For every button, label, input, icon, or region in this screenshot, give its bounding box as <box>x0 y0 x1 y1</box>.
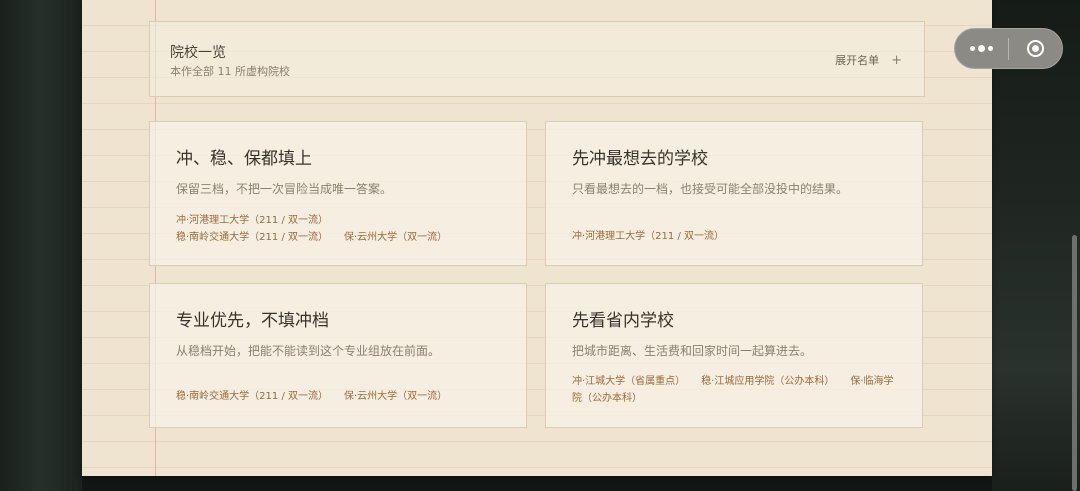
window-capsule-controls <box>954 28 1063 69</box>
paper-sheet: 院校一览 本作全部 11 所虚构院校 展开名单 + 冲、稳、保都填上 保留三档，… <box>82 0 992 476</box>
school-tag: 保·云州大学（双一流） <box>344 391 448 402</box>
school-tag: 冲·河港理工大学（211 / 双一流） <box>176 215 328 226</box>
background-right <box>992 0 1080 491</box>
card-description: 把城市距离、生活费和回家时间一起算进去。 <box>572 344 813 358</box>
strategy-card-balanced[interactable]: 冲、稳、保都填上 保留三档，不把一次冒险当成唯一答案。 冲·河港理工大学（211… <box>149 121 527 266</box>
card-school-list: 冲·河港理工大学（211 / 双一流） 稳·南岭交通大学（211 / 双一流） 保·… <box>176 212 506 246</box>
card-description: 只看最想去的一档，也接受可能全部没投中的结果。 <box>572 182 849 196</box>
card-description: 从稳档开始，把能不能读到这个专业组放在前面。 <box>176 344 441 358</box>
card-title: 专业优先，不填冲档 <box>176 311 329 331</box>
strategy-card-in-province[interactable]: 先看省内学校 把城市距离、生活费和回家时间一起算进去。 冲·江城大学（省属重点）… <box>545 283 923 428</box>
card-school-list: 冲·河港理工大学（211 / 双一流） <box>572 228 902 245</box>
strategy-card-major-first[interactable]: 专业优先，不填冲档 从稳档开始，把能不能读到这个专业组放在前面。 稳·南岭交通大… <box>149 283 527 428</box>
dot <box>988 46 993 51</box>
school-tag: 稳·南岭交通大学（211 / 双一流） <box>176 232 328 243</box>
dot <box>978 45 985 52</box>
plus-icon: + <box>891 52 902 68</box>
scrollbar[interactable] <box>1072 235 1077 491</box>
more-dots-icon[interactable] <box>955 28 1008 69</box>
expand-list-label: 展开名单 <box>835 54 880 67</box>
target-ring <box>1027 40 1044 57</box>
school-tag: 稳·江城应用学院（公办本科） <box>701 376 835 387</box>
school-tag: 保·云州大学（双一流） <box>344 232 448 243</box>
summary-title: 院校一览 <box>170 45 226 61</box>
school-tag: 冲·河港理工大学（211 / 双一流） <box>572 231 724 242</box>
school-tag: 冲·江城大学（省属重点） <box>572 376 686 387</box>
summary-subtitle: 本作全部 11 所虚构院校 <box>170 65 290 78</box>
card-title: 先冲最想去的学校 <box>572 149 708 169</box>
target-core <box>1032 45 1039 52</box>
card-title: 先看省内学校 <box>572 311 674 331</box>
card-school-list: 冲·江城大学（省属重点） 稳·江城应用学院（公办本科） 保·临海学院（公办本科） <box>572 373 902 407</box>
card-title: 冲、稳、保都填上 <box>176 149 312 169</box>
strategy-card-dream[interactable]: 先冲最想去的学校 只看最想去的一档，也接受可能全部没投中的结果。 冲·河港理工大… <box>545 121 923 266</box>
school-list-summary: 院校一览 本作全部 11 所虚构院校 展开名单 + <box>149 21 925 97</box>
expand-list-button[interactable]: 展开名单 + <box>835 52 902 68</box>
card-school-list: 稳·南岭交通大学（211 / 双一流） 保·云州大学（双一流） <box>176 388 506 405</box>
school-tag: 稳·南岭交通大学（211 / 双一流） <box>176 391 328 402</box>
card-description: 保留三档，不把一次冒险当成唯一答案。 <box>176 182 393 196</box>
dot <box>970 46 975 51</box>
target-close-icon[interactable] <box>1009 28 1062 69</box>
